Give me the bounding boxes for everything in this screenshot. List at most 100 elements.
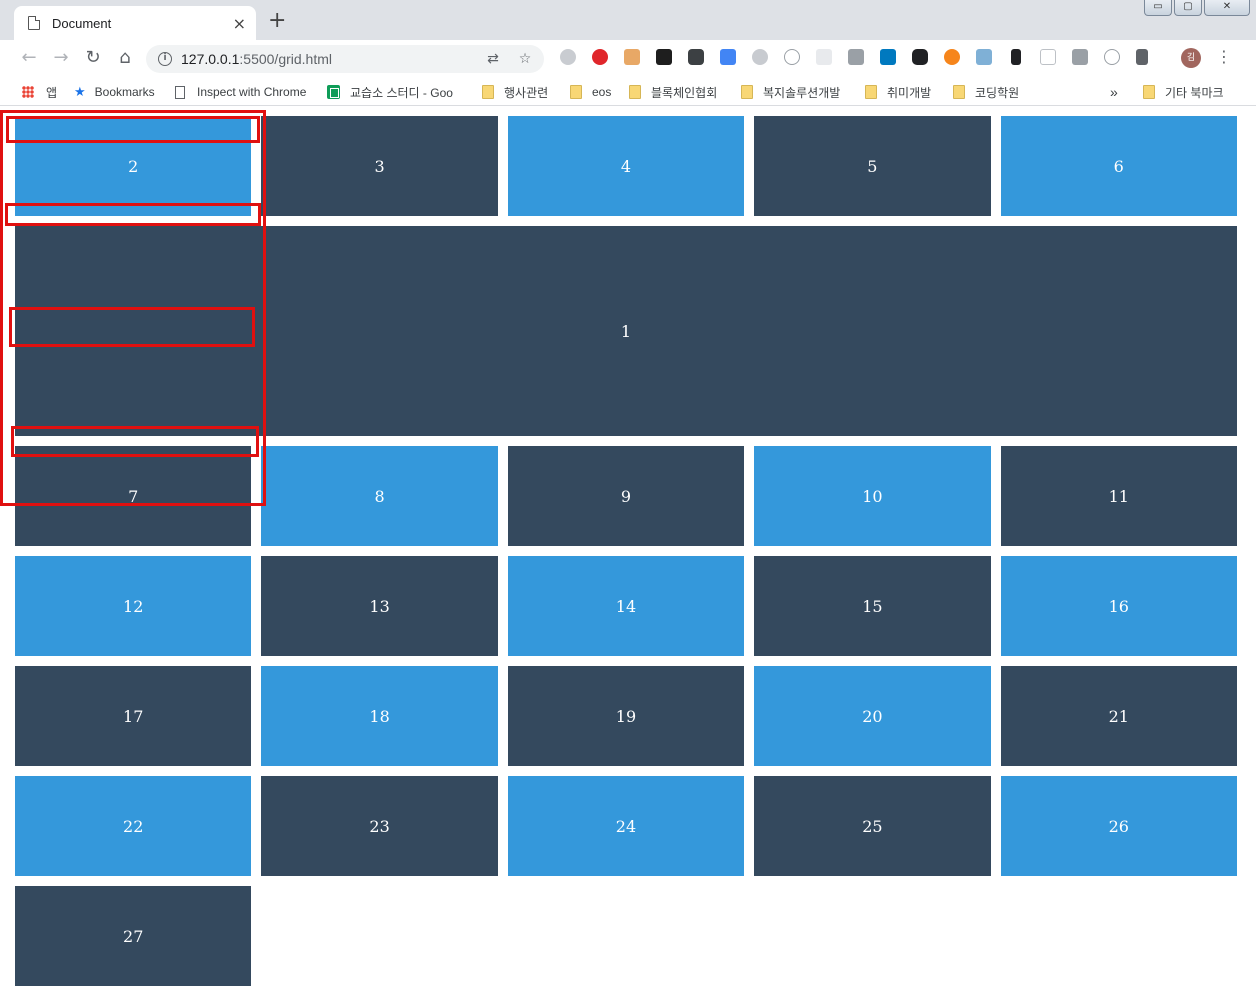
grid-item-14: 14 — [507, 556, 745, 656]
tab-close-icon[interactable]: × — [233, 14, 246, 33]
translate-extension-icon[interactable] — [720, 49, 736, 65]
close-window-button[interactable]: ✕ — [1204, 0, 1250, 16]
home-button[interactable]: ⌂ — [114, 47, 136, 69]
grid-item-1: 1 — [15, 226, 1237, 436]
translate-icon[interactable]: ⇄ — [484, 50, 502, 68]
bookmark-label: 코딩학원 — [975, 85, 1020, 100]
extension-icon[interactable] — [752, 49, 768, 65]
extension-icon[interactable] — [624, 49, 640, 65]
bookmark-label: eos — [592, 85, 612, 99]
metamask-icon[interactable] — [944, 49, 960, 65]
url-path: :5500/grid.html — [239, 51, 332, 67]
grid-item-5: 5 — [754, 116, 991, 216]
grid-item-6: 6 — [1000, 116, 1237, 216]
grid-item-26: 26 — [1000, 776, 1237, 876]
extension-icon[interactable] — [1040, 49, 1056, 65]
bookmark-label: Bookmarks — [94, 85, 155, 99]
grid-item-15: 15 — [754, 556, 991, 656]
extension-icon[interactable] — [912, 49, 928, 65]
grid-item-4: 4 — [507, 116, 745, 216]
bookmark-bookmarks[interactable]: ★ Bookmarks — [74, 83, 155, 101]
folder-icon — [1143, 85, 1155, 99]
maximize-button[interactable]: ▢ — [1174, 0, 1202, 16]
grid-item-22: 22 — [15, 776, 252, 876]
url-text: 127.0.0.1:5500/grid.html — [181, 51, 332, 67]
bookmark-folder[interactable]: 취미개발 — [865, 83, 931, 101]
url-host: 127.0.0.1 — [181, 51, 240, 67]
image-extension-icon[interactable] — [976, 49, 992, 65]
pocket-icon[interactable] — [688, 49, 704, 65]
extension-icon[interactable] — [560, 49, 576, 65]
json-viewer-icon[interactable] — [1104, 49, 1120, 65]
profile-avatar[interactable]: 김 — [1181, 48, 1201, 68]
grid-item-3: 3 — [261, 116, 498, 216]
bookmark-folder[interactable]: 블록체인협회 — [629, 83, 717, 101]
menu-icon[interactable]: ⋮ — [1216, 47, 1232, 66]
bookmark-label: Inspect with Chrome — [197, 85, 307, 99]
extension-icon[interactable] — [1072, 49, 1088, 65]
bookmark-extension-icon[interactable] — [1011, 49, 1021, 65]
bookmark-label: 기타 북마크 — [1165, 85, 1224, 100]
vue-devtools-icon[interactable] — [848, 49, 864, 65]
page-viewport: 2 3 4 5 6 1 7 8 9 10 11 12 13 14 15 16 17 18 19 20 21 22 23 24 2… — [0, 107, 1256, 999]
site-info-icon[interactable]: i — [158, 52, 172, 66]
bookmark-sheets[interactable]: 교습소 스터디 - Goo — [327, 83, 453, 101]
grid-item-25: 25 — [754, 776, 991, 876]
bookmark-folder[interactable]: 복지솔루션개발 — [741, 83, 840, 101]
bookmark-label: 취미개발 — [887, 85, 932, 100]
grid-item-13: 13 — [261, 556, 498, 656]
extension-icon[interactable] — [784, 49, 800, 65]
new-tab-button[interactable]: + — [268, 9, 286, 33]
grid-item-8: 8 — [261, 446, 498, 546]
extension-icon[interactable] — [816, 49, 832, 65]
star-icon: ★ — [74, 84, 86, 99]
trello-icon[interactable] — [880, 49, 896, 65]
bookmark-folder[interactable]: 행사관련 — [482, 83, 548, 101]
grid-item-27: 27 — [15, 886, 252, 986]
window-controls: ▭ ▢ ✕ — [1144, 0, 1250, 16]
eyedropper-icon[interactable] — [1136, 49, 1148, 65]
grid-container: 2 3 4 5 6 1 7 8 9 10 11 12 13 14 15 16 17 18 19 20 21 22 23 24 2… — [15, 116, 1237, 986]
folder-icon — [953, 85, 965, 99]
bookmark-star-icon[interactable]: ☆ — [516, 50, 534, 68]
folder-icon — [629, 85, 641, 99]
bookmark-label: 행사관련 — [504, 85, 549, 100]
bookmarks-bar: 앱 ★ Bookmarks Inspect with Chrome 교습소 스터디… — [0, 77, 1256, 106]
grid-item-2: 2 — [15, 116, 252, 216]
grid-item-16: 16 — [1000, 556, 1237, 656]
bookmark-other[interactable]: 기타 북마크 — [1143, 83, 1224, 101]
sheets-icon — [327, 85, 340, 99]
folder-icon — [741, 85, 753, 99]
opera-extension-icon[interactable] — [592, 49, 608, 65]
reload-button[interactable]: ↻ — [82, 47, 104, 69]
grid-item-24: 24 — [507, 776, 745, 876]
forward-button[interactable]: → — [50, 47, 72, 69]
bookmark-folder[interactable]: eos — [570, 83, 611, 101]
bookmark-label: 블록체인협회 — [651, 85, 718, 100]
page-icon — [175, 85, 185, 99]
grid-item-21: 21 — [1000, 666, 1237, 766]
document-icon — [28, 16, 40, 30]
bookmark-label: 앱 — [46, 85, 58, 100]
tab-document[interactable]: Document × — [14, 6, 256, 40]
grid-item-17: 17 — [15, 666, 252, 766]
bookmarks-overflow-button[interactable]: » — [1110, 83, 1118, 101]
extension-icon[interactable] — [656, 49, 672, 65]
grid-item-9: 9 — [507, 446, 745, 546]
bookmark-folder[interactable]: 코딩학원 — [953, 83, 1019, 101]
bookmark-apps[interactable]: 앱 — [22, 83, 57, 101]
minimize-button[interactable]: ▭ — [1144, 0, 1172, 16]
folder-icon — [865, 85, 877, 99]
bookmark-inspect[interactable]: Inspect with Chrome — [175, 83, 306, 101]
address-bar[interactable]: i 127.0.0.1:5500/grid.html ⇄ ☆ — [146, 45, 544, 73]
folder-icon — [482, 85, 494, 99]
grid-item-19: 19 — [507, 666, 745, 766]
grid-item-12: 12 — [15, 556, 252, 656]
bookmark-label: 교습소 스터디 - Goo — [350, 85, 453, 100]
grid-item-18: 18 — [261, 666, 498, 766]
apps-icon — [22, 86, 34, 98]
grid-item-23: 23 — [261, 776, 498, 876]
folder-icon — [570, 85, 582, 99]
back-button[interactable]: ← — [18, 47, 40, 69]
browser-titlebar: Document × + ▭ ▢ ✕ — [0, 0, 1256, 40]
